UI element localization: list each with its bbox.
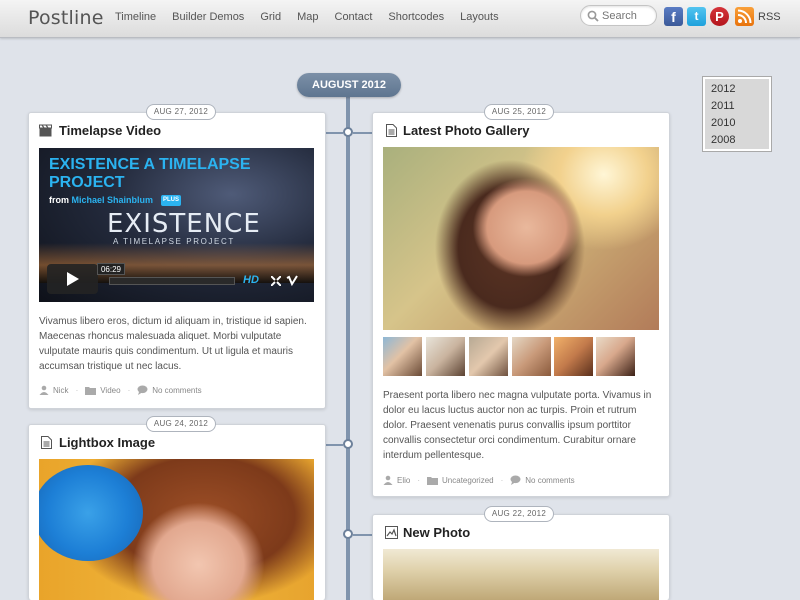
- video-byline: from Michael Shainblum: [49, 195, 153, 205]
- post-date: AUG 27, 2012: [146, 104, 216, 120]
- search-icon: [587, 10, 599, 22]
- nav-item-layouts[interactable]: Layouts: [460, 11, 499, 23]
- year-list: 2012 2011 2010 2008: [702, 76, 772, 152]
- vimeo-logo-icon[interactable]: [286, 275, 298, 286]
- video-author[interactable]: Michael Shainblum: [72, 195, 154, 205]
- post-date: AUG 24, 2012: [146, 416, 216, 432]
- facebook-icon[interactable]: f: [664, 7, 683, 26]
- timeline-connector: [353, 534, 373, 536]
- post-date: AUG 25, 2012: [484, 104, 554, 120]
- year-item-2010[interactable]: 2010: [711, 116, 771, 133]
- video-subtitle-art: A TIMELAPSE PROJECT: [113, 237, 235, 246]
- post-category[interactable]: Video: [100, 386, 120, 395]
- photo-detail: [39, 465, 143, 561]
- gallery-thumbnail[interactable]: [383, 337, 422, 376]
- timeline-connector: [325, 444, 343, 446]
- pinterest-icon[interactable]: P: [710, 7, 729, 26]
- video-progress-bar[interactable]: [109, 277, 235, 285]
- post-title[interactable]: Timelapse Video: [59, 123, 161, 138]
- folder-icon: [427, 476, 439, 485]
- clapperboard-icon: [39, 124, 52, 137]
- nav-item-contact[interactable]: Contact: [335, 11, 373, 23]
- year-item-2012[interactable]: 2012: [711, 82, 771, 99]
- post-date: AUG 22, 2012: [484, 506, 554, 522]
- gallery-thumbnail[interactable]: [554, 337, 593, 376]
- search-box[interactable]: [580, 5, 657, 26]
- comment-icon: [510, 475, 521, 485]
- plus-badge: PLUS: [161, 195, 181, 206]
- post-excerpt: Praesent porta libero nec magna vulputat…: [383, 390, 652, 461]
- timeline-node: [343, 529, 353, 539]
- year-item-2011[interactable]: 2011: [711, 99, 771, 116]
- site-header: Postline Timeline Builder Demos Grid Map…: [0, 0, 800, 38]
- post-comments[interactable]: No comments: [152, 386, 201, 395]
- video-title-art: EXISTENCE: [107, 209, 261, 239]
- folder-icon: [85, 386, 97, 395]
- document-icon: [386, 124, 397, 137]
- image-icon: [385, 526, 398, 539]
- document-icon: [41, 436, 52, 449]
- video-title[interactable]: EXISTENCE A TIMELAPSE PROJECT: [49, 156, 269, 192]
- post-excerpt: Vivamus libero eros, dictum id aliquam i…: [39, 316, 307, 372]
- post-category[interactable]: Uncategorized: [442, 476, 494, 485]
- twitter-icon[interactable]: t: [687, 7, 706, 26]
- timeline-connector: [325, 132, 343, 134]
- nav-item-shortcodes[interactable]: Shortcodes: [388, 11, 444, 23]
- gallery-thumbnail[interactable]: [426, 337, 465, 376]
- fullscreen-icon[interactable]: [271, 276, 281, 286]
- gallery-thumbnail[interactable]: [469, 337, 508, 376]
- rss-icon[interactable]: [735, 7, 754, 26]
- gallery-main-photo[interactable]: [383, 147, 659, 330]
- timeline-node: [343, 127, 353, 137]
- new-photo-image[interactable]: [383, 549, 659, 600]
- post-meta: Elio · Uncategorized · No comments: [383, 475, 575, 485]
- gallery-thumbnail[interactable]: [596, 337, 635, 376]
- post-comments[interactable]: No comments: [525, 476, 574, 485]
- post-author[interactable]: Elio: [397, 476, 410, 485]
- nav-item-grid[interactable]: Grid: [260, 11, 281, 23]
- rss-link[interactable]: RSS: [758, 11, 781, 23]
- timeline-connector: [353, 132, 373, 134]
- timeline-spine: [346, 96, 350, 600]
- nav-item-timeline[interactable]: Timeline: [115, 11, 156, 23]
- month-label: AUGUST 2012: [297, 73, 401, 97]
- post-author[interactable]: Nick: [53, 386, 69, 395]
- lightbox-photo[interactable]: [39, 459, 314, 600]
- hd-toggle[interactable]: HD: [243, 274, 259, 286]
- video-duration: 06:29: [97, 263, 125, 275]
- post-title[interactable]: New Photo: [403, 525, 470, 540]
- gallery-thumbnail[interactable]: [512, 337, 551, 376]
- play-button[interactable]: [47, 264, 98, 294]
- play-icon: [67, 272, 79, 286]
- nav-item-builder-demos[interactable]: Builder Demos: [172, 11, 244, 23]
- user-icon: [383, 475, 393, 485]
- post-meta: Nick · Video · No comments: [39, 385, 202, 395]
- site-logo[interactable]: Postline: [28, 7, 104, 29]
- post-title[interactable]: Latest Photo Gallery: [403, 123, 529, 138]
- search-input[interactable]: [602, 8, 654, 23]
- year-item-2008[interactable]: 2008: [711, 133, 771, 150]
- comment-icon: [137, 385, 148, 395]
- post-title[interactable]: Lightbox Image: [59, 435, 155, 450]
- user-icon: [39, 385, 49, 395]
- nav-item-map[interactable]: Map: [297, 11, 318, 23]
- video-from-label: from: [49, 195, 69, 205]
- timeline-node: [343, 439, 353, 449]
- video-player[interactable]: EXISTENCE A TIMELAPSE PROJECT from Micha…: [39, 148, 314, 302]
- main-nav: Timeline Builder Demos Grid Map Contact …: [115, 11, 515, 23]
